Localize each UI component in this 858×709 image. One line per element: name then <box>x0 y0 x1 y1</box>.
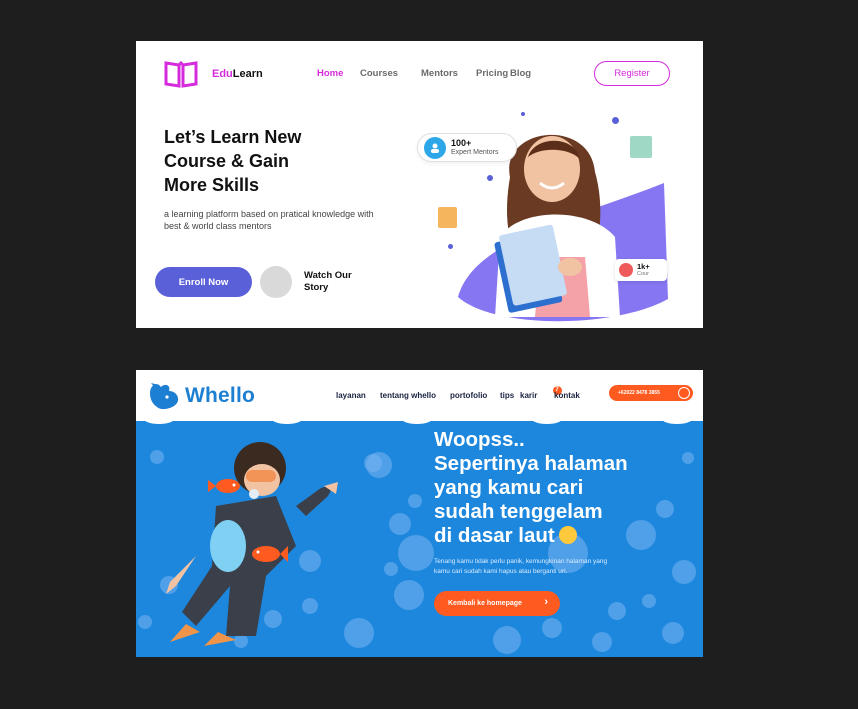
mentor-icon <box>424 136 446 159</box>
nav-mentors[interactable]: Mentors <box>421 68 476 79</box>
subtitle-line: a learning platform based on pratical kn… <box>164 209 374 219</box>
courses-badge: 1k+ Cour <box>615 259 667 281</box>
back-to-homepage-button[interactable]: Kembali ke homepage › <box>434 591 560 616</box>
nav-portofolio[interactable]: portofolio <box>450 391 500 402</box>
headline-line: Sepertinya halaman <box>434 452 628 475</box>
brand-name: Whello <box>185 384 256 407</box>
nav-blog[interactable]: Blog <box>510 68 531 79</box>
diver-illustration <box>166 442 338 646</box>
error-subtitle: Tenang kamu tidak perlu panik, kemungkin… <box>434 557 644 577</box>
courses-label: Cour <box>637 270 649 277</box>
headline-line: di dasar laut <box>434 524 694 548</box>
bubble <box>642 594 656 608</box>
whello-logo[interactable]: Whello <box>147 381 255 411</box>
header-scallop <box>272 414 302 424</box>
brand-name: EduLearn <box>212 68 263 80</box>
decor-dot <box>487 175 493 181</box>
bubble <box>608 602 626 620</box>
nav-kontak[interactable]: kontak <box>554 391 580 402</box>
mentors-count: 100+ <box>451 138 472 148</box>
header-scallop <box>532 414 562 424</box>
headline-line: sudah tenggelam <box>434 500 603 523</box>
play-video-button[interactable] <box>260 266 292 298</box>
bubble <box>394 580 424 610</box>
whatsapp-icon <box>678 387 690 399</box>
watch-label-line: Watch Our <box>304 270 352 281</box>
book-icon <box>438 207 457 228</box>
register-button[interactable]: Register <box>594 61 670 86</box>
bubble <box>384 562 398 576</box>
book-icon <box>630 136 652 158</box>
headline-line: yang kamu cari <box>434 476 584 499</box>
nav-karir[interactable]: karir 7 <box>520 386 562 402</box>
nav-courses[interactable]: Courses <box>360 68 421 79</box>
sweat-smile-emoji-icon <box>558 526 577 544</box>
headline-line: Woopss.. <box>434 428 525 451</box>
course-icon <box>619 263 633 277</box>
open-book-icon <box>164 60 198 88</box>
bubble <box>389 513 411 535</box>
watch-story-link[interactable]: Watch Our Story <box>304 270 374 294</box>
nav-home[interactable]: Home <box>317 68 360 79</box>
hero-headline: Let’s Learn New Course & Gain More Skill… <box>164 125 364 197</box>
watch-label-line: Story <box>304 282 329 293</box>
edulearn-logo[interactable]: EduLearn <box>164 59 263 89</box>
enroll-now-button[interactable]: Enroll Now <box>155 267 252 297</box>
nav-tips[interactable]: tips <box>500 391 520 402</box>
bubble <box>364 454 382 472</box>
subtitle-line: Tenang kamu tidak perlu panik, kemungkin… <box>434 558 608 565</box>
hero-subtitle: a learning platform based on pratical kn… <box>164 208 429 232</box>
bubble <box>398 535 434 571</box>
nav-karir-label: karir <box>520 391 538 400</box>
decor-dot <box>448 244 453 249</box>
edulearn-card: EduLearn Home Courses Mentors Pricing Bl… <box>136 41 703 328</box>
bubble <box>672 560 696 584</box>
phone-number: +62022 8478 3855 <box>618 390 660 396</box>
main-nav: layanan tentang whello portofolio tips k… <box>336 386 580 402</box>
nav-tentang-whello[interactable]: tentang whello <box>380 391 450 402</box>
subtitle-line: best & world class mentors <box>164 221 272 231</box>
headline-line: Let’s Learn New <box>164 127 302 147</box>
bubble <box>542 618 562 638</box>
decor-dot <box>521 112 525 116</box>
whale-icon <box>150 383 179 410</box>
courses-count: 1k+ <box>637 261 650 271</box>
button-label: Kembali ke homepage <box>448 600 522 607</box>
chevron-right-icon: › <box>544 596 548 608</box>
bubble <box>408 494 422 508</box>
error-headline: Woopss.. Sepertinya halaman yang kamu ca… <box>434 428 694 548</box>
bubble <box>662 622 684 644</box>
headline-line: Course & Gain <box>164 151 290 171</box>
main-nav: Home Courses Mentors Pricing Blog <box>317 68 531 79</box>
header-scallop <box>402 414 432 424</box>
header-scallop <box>662 414 692 424</box>
headline-line: More Skills <box>164 175 260 195</box>
bubble <box>493 626 521 654</box>
mentors-label: Expert Mentors <box>451 149 499 156</box>
nav-layanan[interactable]: layanan <box>336 391 380 402</box>
whello-card: Whello layanan tentang whello portofolio… <box>136 370 703 657</box>
phone-button[interactable]: +62022 8478 3855 <box>609 385 693 401</box>
nav-pricing[interactable]: Pricing <box>476 68 510 79</box>
expert-mentors-badge: 100+ Expert Mentors <box>417 133 517 162</box>
header-scallop <box>144 414 174 424</box>
bubble <box>592 632 612 652</box>
subtitle-line: kamu cari sudah kami hapus atau berganti… <box>434 568 568 575</box>
headline-line-text: di dasar laut <box>434 524 555 547</box>
bubble <box>138 615 152 629</box>
decor-dot <box>612 117 619 124</box>
